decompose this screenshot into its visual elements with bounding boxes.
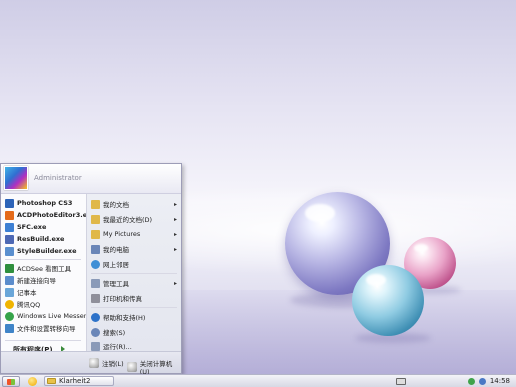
network-tray-icon[interactable] (467, 377, 475, 385)
program-sfc[interactable]: SFC.exe (5, 221, 46, 233)
photoshop-icon (5, 198, 14, 208)
program-photoshop[interactable]: Photoshop CS3 (5, 197, 72, 209)
keyboard-icon[interactable] (395, 377, 406, 385)
start-menu-places: 我的文档 ▸ 我最近的文档(D) ▸ My Pictures ▸ 我的电脑 ▸ … (86, 194, 181, 351)
submenu-arrow-icon: ▸ (173, 279, 177, 287)
recent-documents-icon (91, 214, 100, 224)
program-acdsee[interactable]: ACDSee 看图工具 (5, 262, 71, 274)
acdsee-icon (5, 263, 14, 273)
place-recent-documents[interactable]: 我最近的文档(D) ▸ (91, 213, 181, 225)
separator (91, 307, 177, 308)
place-help[interactable]: 帮助和支持(H) (91, 311, 181, 323)
start-menu-footer: 注销(L) 关闭计算机(U) (1, 351, 181, 376)
start-button[interactable] (2, 375, 20, 387)
qq-icon (5, 299, 14, 309)
program-stylebuilder[interactable]: StyleBuilder.exe (5, 245, 77, 257)
clock[interactable]: 14:58 (490, 377, 510, 385)
program-resbuild[interactable]: ResBuild.exe (5, 233, 64, 245)
program-transfer-wizard[interactable]: 文件和设置转移向导 (5, 322, 76, 334)
place-search[interactable]: 搜索(S) (91, 326, 181, 338)
separator (5, 340, 81, 341)
logoff-icon (89, 358, 99, 368)
my-computer-icon (91, 244, 100, 254)
submenu-arrow-icon: ▸ (173, 200, 177, 208)
taskbar: Klarheit2 14:58 (0, 374, 516, 387)
start-menu: Administrator Photoshop CS3 ACDPhotoEdit… (0, 163, 182, 376)
transfer-wizard-icon (5, 323, 14, 333)
place-admin-tools[interactable]: 管理工具 ▸ (91, 277, 181, 289)
separator (5, 259, 81, 260)
volume-tray-icon[interactable] (478, 377, 486, 385)
submenu-arrow-icon: ▸ (173, 215, 177, 223)
separator (91, 273, 177, 274)
program-notepad[interactable]: 记事本 (5, 286, 37, 298)
quicklaunch-ie-icon[interactable] (28, 376, 37, 386)
submenu-arrow-icon: ▸ (173, 245, 177, 253)
submenu-arrow-icon: ▸ (173, 230, 177, 238)
my-pictures-icon (91, 229, 100, 239)
place-network[interactable]: 网上邻居 (91, 258, 181, 270)
place-my-computer[interactable]: 我的电脑 ▸ (91, 243, 181, 255)
program-network-wizard[interactable]: 新建连接向导 (5, 274, 56, 286)
help-icon (91, 312, 100, 322)
sphere-highlight (366, 274, 386, 286)
sfc-icon (5, 222, 14, 232)
notepad-icon (5, 287, 14, 297)
place-printers[interactable]: 打印机和传真 (91, 292, 181, 304)
network-places-icon (91, 259, 100, 269)
resbuild-icon (5, 234, 14, 244)
run-icon (91, 341, 100, 351)
program-messenger[interactable]: Windows Live Messenger (5, 310, 99, 322)
my-documents-icon (91, 199, 100, 209)
start-menu-header: Administrator (1, 164, 181, 194)
folder-icon (47, 378, 56, 384)
wallpaper-sphere-blue (352, 265, 424, 336)
place-my-documents[interactable]: 我的文档 ▸ (91, 198, 181, 210)
network-wizard-icon (5, 275, 14, 285)
admin-tools-icon (91, 278, 100, 288)
power-icon (127, 362, 137, 372)
stylebuilder-icon (5, 246, 14, 256)
messenger-icon (5, 311, 14, 321)
acdphotoeditor-icon (5, 210, 14, 220)
program-acdphotoeditor[interactable]: ACDPhotoEditor3.exe (5, 209, 96, 221)
taskbar-window-button[interactable]: Klarheit2 (44, 376, 114, 386)
search-icon (91, 327, 100, 337)
sphere-highlight (305, 204, 335, 222)
user-name: Administrator (34, 174, 82, 182)
program-qq[interactable]: 腾讯QQ (5, 298, 40, 310)
start-menu-programs: Photoshop CS3 ACDPhotoEditor3.exe SFC.ex… (1, 194, 99, 351)
sphere-highlight (414, 244, 428, 252)
printers-icon (91, 293, 100, 303)
user-avatar[interactable] (4, 166, 28, 190)
place-my-pictures[interactable]: My Pictures ▸ (91, 228, 181, 240)
logoff-button[interactable]: 注销(L) (89, 358, 124, 368)
system-tray: 14:58 (395, 375, 516, 387)
